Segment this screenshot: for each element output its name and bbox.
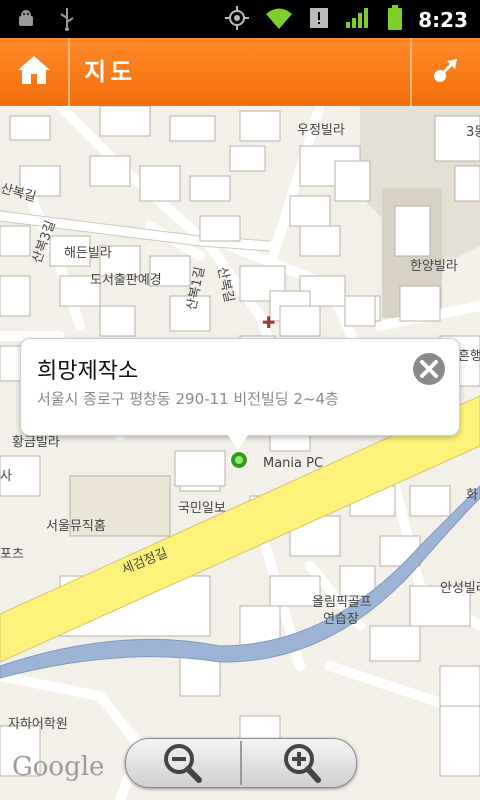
page-title: 지도 <box>84 58 137 86</box>
map-label: 서울뮤직홈 <box>46 519 106 534</box>
battery-icon <box>386 4 404 36</box>
map-label: 3동 <box>466 125 480 140</box>
clock: 8:23 <box>418 8 468 32</box>
map-label: 해든빌라 <box>64 246 112 261</box>
map-label: 흔행 <box>458 348 480 364</box>
app-bar: 지도 <box>0 38 480 107</box>
place-callout[interactable]: 희망제작소 서울시 종로구 평창동 290-11 비전빌딩 2~4층 <box>20 338 460 436</box>
zoom-in-button[interactable] <box>242 739 356 787</box>
hospital-icon: ✚ <box>262 313 275 332</box>
location-pin[interactable] <box>229 450 249 470</box>
place-address: 서울시 종로구 평창동 290-11 비전빌딩 2~4층 <box>37 390 339 408</box>
map-label: 연습장 <box>323 612 359 627</box>
usb-icon <box>56 6 78 36</box>
map-label: 국민일보 <box>178 501 226 516</box>
status-bar: 8:23 <box>0 0 480 38</box>
share-button[interactable] <box>412 38 480 106</box>
gps-icon <box>224 5 250 35</box>
wifi-icon <box>264 5 294 35</box>
map-label: Mania PC <box>263 456 323 471</box>
zoom-out-icon <box>164 744 202 783</box>
home-icon <box>15 53 53 91</box>
close-icon <box>413 353 445 385</box>
map-label: 도서출판예경 <box>90 273 162 288</box>
map-label: 올림픽골프 <box>312 595 372 610</box>
callout-tail <box>226 432 250 450</box>
google-logo: Google <box>12 752 105 782</box>
close-button[interactable] <box>411 351 447 387</box>
share-icon <box>431 55 461 89</box>
signal-icon <box>344 6 372 34</box>
place-name: 희망제작소 <box>37 359 139 384</box>
map-label: 사 <box>0 469 12 484</box>
map-label: 화 <box>466 488 478 503</box>
map-label: 포츠 <box>0 547 24 562</box>
map-label: 자하어학원 <box>8 717 68 732</box>
appbar-divider <box>68 38 70 106</box>
map-label: 안성빌라 <box>440 581 480 596</box>
zoom-in-icon <box>284 744 321 783</box>
map-label: 한양빌라 <box>410 259 458 274</box>
alert-icon <box>308 6 330 34</box>
map-label: 황금빌라 <box>12 435 60 450</box>
home-button[interactable] <box>0 38 68 106</box>
zoom-controls <box>125 738 357 788</box>
zoom-out-button[interactable] <box>126 739 240 787</box>
android-debug-icon <box>14 7 38 35</box>
map-canvas: 우정빌라 3동 해든빌라 도서출판예경 한양빌라 황금빌라 사 Mania PC… <box>0 106 480 800</box>
map-label: 우정빌라 <box>297 123 345 138</box>
map-view[interactable]: 우정빌라 3동 해든빌라 도서출판예경 한양빌라 황금빌라 사 Mania PC… <box>0 106 480 800</box>
